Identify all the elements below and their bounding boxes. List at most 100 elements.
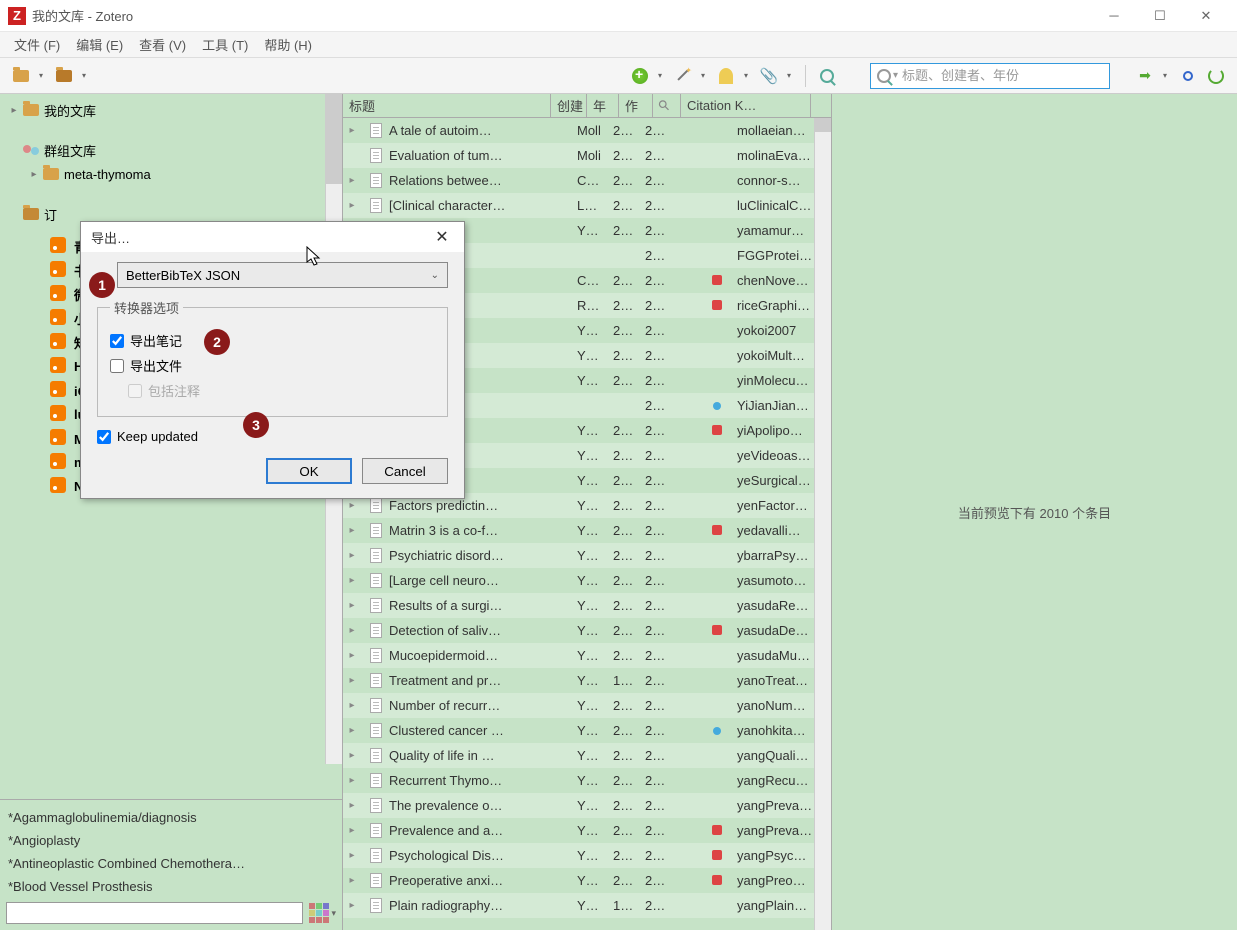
item-date: 2… (607, 523, 639, 538)
new-note-button[interactable] (715, 65, 737, 87)
group-item-meta-thymoma[interactable]: ▸ meta-thymoma (0, 162, 342, 186)
tag-color-menu-button[interactable] (309, 903, 329, 923)
item-expand-icon[interactable]: ▸ (343, 175, 361, 186)
item-row[interactable]: ▸Prevalence and a…Y…2…20…yangPreva… (343, 818, 831, 843)
item-row[interactable]: ▸Quality of life in …Y…2…20…yangQuali… (343, 743, 831, 768)
tag-item[interactable]: *Blood Vessel Prosthesis (6, 875, 336, 898)
locate-button[interactable]: ➡ (1134, 65, 1156, 87)
dialog-titlebar[interactable]: 导出… ✕ (81, 222, 464, 252)
item-expand-icon[interactable]: ▸ (343, 750, 361, 761)
checkbox-input[interactable] (97, 430, 111, 444)
dropdown-caret-icon[interactable]: ▾ (701, 71, 709, 80)
tree-toggle-icon[interactable]: ▸ (26, 169, 42, 180)
item-row[interactable]: ▸Treatment and pr…Y…1…20…yanoTreat… (343, 668, 831, 693)
menu-edit[interactable]: 编辑 (E) (68, 32, 131, 57)
item-row[interactable]: ▸Results of a surgi…Y…2…20…yasudaRe… (343, 593, 831, 618)
item-expand-icon[interactable]: ▸ (343, 875, 361, 886)
menu-help[interactable]: 帮助 (H) (256, 32, 320, 57)
item-row[interactable]: ▸Psychiatric disord…Y…2…20…ybarraPsy… (343, 543, 831, 568)
column-header-title[interactable]: 标题 (343, 94, 551, 117)
group-libraries-header[interactable]: 群组文库 (0, 138, 342, 162)
export-files-checkbox[interactable]: 导出文件 (110, 356, 435, 375)
item-row[interactable]: ▸Number of recurr…Y…2…20…yanoNum… (343, 693, 831, 718)
add-attachment-button[interactable]: 📎 (758, 65, 780, 87)
menu-tools[interactable]: 工具 (T) (194, 32, 256, 57)
add-by-identifier-button[interactable] (672, 65, 694, 87)
item-expand-icon[interactable]: ▸ (343, 700, 361, 711)
item-expand-icon[interactable]: ▸ (343, 575, 361, 586)
item-row[interactable]: ▸A tale of autoim…Moll2…20…mollaeian… (343, 118, 831, 143)
dropdown-caret-icon[interactable]: ▾ (893, 70, 898, 81)
export-notes-checkbox[interactable]: 导出笔记 (110, 331, 435, 350)
tree-toggle-icon[interactable]: ▸ (6, 105, 22, 116)
item-row[interactable]: ▸Psychological Dis…Y…2…20…yangPsyc… (343, 843, 831, 868)
item-row[interactable]: ▸Plain radiography…Y…1…20…yangPlain… (343, 893, 831, 918)
dialog-close-button[interactable]: ✕ (430, 225, 454, 249)
item-expand-icon[interactable]: ▸ (343, 800, 361, 811)
tag-item[interactable]: *Angioplasty (6, 829, 336, 852)
keep-updated-checkbox[interactable]: Keep updated (97, 429, 448, 444)
item-expand-icon[interactable]: ▸ (343, 125, 361, 136)
collection-my-library[interactable]: ▸ 我的文库 (0, 98, 342, 122)
item-expand-icon[interactable]: ▸ (343, 900, 361, 911)
item-row[interactable]: ▸[Large cell neuro…Y…2…20…yasumoto… (343, 568, 831, 593)
dropdown-caret-icon[interactable]: ▾ (331, 908, 336, 919)
checkbox-input[interactable] (110, 359, 124, 373)
item-row[interactable]: ▸Relations betwee…C…2…20…connor-s… (343, 168, 831, 193)
item-expand-icon[interactable]: ▸ (343, 675, 361, 686)
tag-filter-input[interactable] (6, 902, 303, 924)
column-header-creator[interactable]: 创建 (551, 94, 587, 117)
dropdown-caret-icon[interactable]: ▾ (1163, 71, 1171, 80)
item-year: 20… (639, 473, 675, 488)
menu-file[interactable]: 文件 (F) (6, 32, 68, 57)
new-library-button[interactable] (53, 65, 75, 87)
item-expand-icon[interactable]: ▸ (343, 625, 361, 636)
items-scrollbar[interactable] (814, 118, 831, 930)
new-item-button[interactable] (629, 65, 651, 87)
column-header-checked[interactable]: 作 (619, 94, 653, 117)
item-expand-icon[interactable]: ▸ (343, 825, 361, 836)
dialog-cancel-button[interactable]: Cancel (362, 458, 448, 484)
item-expand-icon[interactable]: ▸ (343, 725, 361, 736)
column-header-citation-key[interactable]: Citation K… (681, 94, 811, 117)
item-row[interactable]: ▸Detection of saliv…Y…2…20…yasudaDe… (343, 618, 831, 643)
column-header-year[interactable]: 年 (587, 94, 619, 117)
new-collection-button[interactable] (10, 65, 32, 87)
item-expand-icon[interactable]: ▸ (343, 650, 361, 661)
search-input[interactable] (902, 68, 1103, 83)
item-row[interactable]: ▸Recurrent Thymo…Y…2…20…yangRecu… (343, 768, 831, 793)
item-row[interactable]: ▸The prevalence o…Y…2…20…yangPreva… (343, 793, 831, 818)
tag-item[interactable]: *Agammaglobulinemia/diagnosis (6, 806, 336, 829)
item-expand-icon[interactable]: ▸ (343, 850, 361, 861)
item-row[interactable]: ▸Preoperative anxi…Y…2…20…yangPreo… (343, 868, 831, 893)
item-expand-icon[interactable]: ▸ (343, 200, 361, 211)
sync-button[interactable] (1205, 65, 1227, 87)
item-row[interactable]: Evaluation of tum…Moli2…20…molinaEva… (343, 143, 831, 168)
item-row[interactable]: ▸Matrin 3 is a co-f…Y…2…20…yedavalli… (343, 518, 831, 543)
window-close-button[interactable]: ✕ (1183, 0, 1229, 32)
item-row[interactable]: ▸Clustered cancer …Y…2…20…yanohkita… (343, 718, 831, 743)
searchbox[interactable]: ▾ (870, 63, 1110, 89)
window-minimize-button[interactable]: ─ (1091, 0, 1137, 32)
advanced-search-button[interactable] (816, 65, 838, 87)
dialog-ok-button[interactable]: OK (266, 458, 352, 484)
dropdown-caret-icon[interactable]: ▾ (39, 71, 47, 80)
item-expand-icon[interactable]: ▸ (343, 550, 361, 561)
tag-item[interactable]: *Antineoplastic Combined Chemothera… (6, 852, 336, 875)
sync-status-button[interactable] (1177, 65, 1199, 87)
menu-view[interactable]: 查看 (V) (131, 32, 194, 57)
item-row[interactable]: ▸[Clinical character…L…2…20…luClinicalC… (343, 193, 831, 218)
item-expand-icon[interactable]: ▸ (343, 600, 361, 611)
column-header-attachment[interactable]: ⚲ (653, 94, 681, 117)
item-expand-icon[interactable]: ▸ (343, 525, 361, 536)
item-row[interactable]: ▸Mucoepidermoid…Y…2…20…yasudaMu… (343, 643, 831, 668)
dropdown-caret-icon[interactable]: ▾ (658, 71, 666, 80)
dropdown-caret-icon[interactable]: ▾ (744, 71, 752, 80)
item-expand-icon[interactable]: ▸ (343, 500, 361, 511)
format-select[interactable]: BetterBibTeX JSON ⌄ (117, 262, 448, 288)
dropdown-caret-icon[interactable]: ▾ (787, 71, 795, 80)
checkbox-input[interactable] (110, 334, 124, 348)
dropdown-caret-icon[interactable]: ▾ (82, 71, 90, 80)
item-expand-icon[interactable]: ▸ (343, 775, 361, 786)
window-maximize-button[interactable]: ☐ (1137, 0, 1183, 32)
